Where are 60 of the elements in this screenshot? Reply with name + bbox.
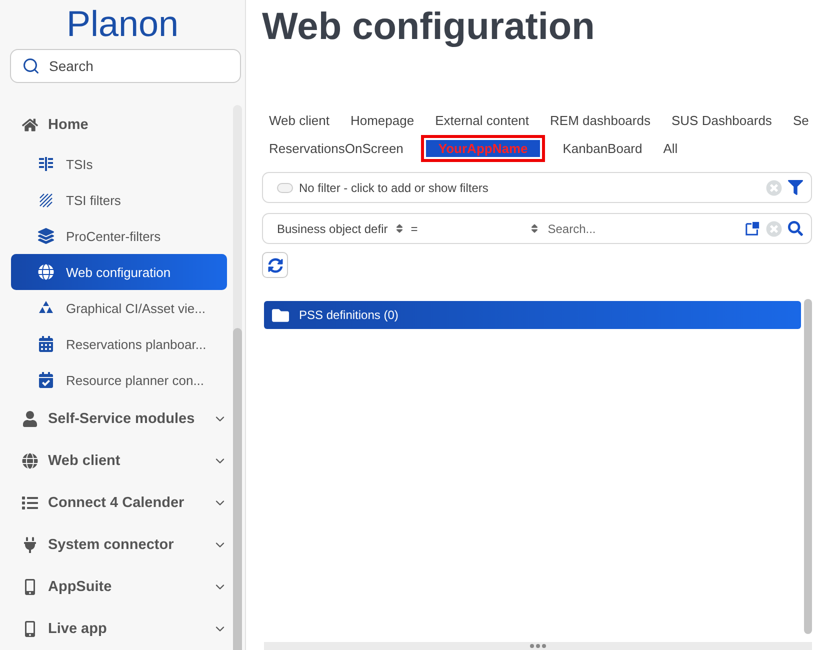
window-icon[interactable] xyxy=(745,221,760,236)
nav-section[interactable]: Self-Service modules xyxy=(11,398,227,440)
globe-icon xyxy=(22,453,38,469)
search-icon[interactable] xyxy=(788,221,803,236)
tab[interactable]: REM dashboards xyxy=(547,110,654,130)
plug-icon xyxy=(22,537,38,553)
nav-section[interactable]: Live app xyxy=(11,608,227,650)
phone-icon xyxy=(22,579,38,595)
refresh-button[interactable] xyxy=(262,252,288,278)
folder-icon xyxy=(272,306,289,324)
group-header[interactable]: PSS definitions (0) xyxy=(264,301,801,329)
search-icon xyxy=(22,57,40,75)
nav-item[interactable]: TSIs xyxy=(11,146,227,182)
nav-item[interactable]: Web configuration xyxy=(11,254,227,290)
nav-item[interactable]: Resource planner con... xyxy=(11,362,227,398)
clear-icon[interactable] xyxy=(766,220,782,236)
filter-bar[interactable]: No filter - click to add or show filters xyxy=(262,172,812,203)
triangles-icon xyxy=(38,300,54,316)
sort-icon xyxy=(394,223,405,234)
refresh-icon xyxy=(268,258,282,272)
nav-item[interactable]: TSI filters xyxy=(11,182,227,218)
field-select[interactable]: Business object defir xyxy=(277,222,388,236)
tab[interactable]: All xyxy=(660,138,681,158)
layers-icon xyxy=(38,228,54,244)
resize-handle[interactable] xyxy=(264,642,812,650)
calendar-icon xyxy=(38,336,54,352)
sort-icon xyxy=(528,223,540,234)
globe-icon xyxy=(38,264,54,280)
nav-item[interactable]: Graphical CI/Asset vie... xyxy=(11,290,227,326)
nav-section[interactable]: Web client xyxy=(11,440,227,482)
nav-section[interactable]: Connect 4 Calender xyxy=(11,482,227,524)
search-field[interactable]: Search xyxy=(10,49,241,83)
calendar-icon xyxy=(38,372,54,388)
filter-icon[interactable] xyxy=(788,180,803,195)
home-icon xyxy=(22,117,38,133)
columns-icon xyxy=(38,156,54,172)
tab[interactable]: External content xyxy=(432,110,532,130)
scrollbar-thumb[interactable] xyxy=(804,299,812,634)
page-title: Web configuration xyxy=(262,6,596,50)
tab[interactable]: Homepage xyxy=(347,110,418,130)
tab[interactable]: Se xyxy=(790,110,812,130)
scrollbar[interactable] xyxy=(233,105,242,650)
tab[interactable]: ReservationsOnScreen xyxy=(266,138,406,158)
tab[interactable]: SUS Dashboards xyxy=(668,110,775,130)
clear-icon[interactable] xyxy=(766,180,782,196)
logo: Planon xyxy=(66,2,179,46)
tab[interactable]: KanbanBoard xyxy=(560,138,646,158)
list-icon xyxy=(22,495,38,511)
tab[interactable]: Web client xyxy=(266,110,332,130)
nav-section[interactable]: System connector xyxy=(11,524,227,566)
hatched-shape-icon xyxy=(38,192,54,208)
user-icon xyxy=(22,411,38,427)
phone-icon xyxy=(22,621,38,637)
toggle-switch[interactable] xyxy=(277,182,293,192)
nav-item[interactable]: Reservations planboar... xyxy=(11,326,227,362)
nav-section[interactable]: AppSuite xyxy=(11,566,227,608)
nav-section[interactable]: Home xyxy=(11,104,227,146)
scrollbar-thumb[interactable] xyxy=(233,328,242,650)
nav-item[interactable]: ProCenter-filters xyxy=(11,218,227,254)
operator-select[interactable]: = xyxy=(410,222,523,236)
